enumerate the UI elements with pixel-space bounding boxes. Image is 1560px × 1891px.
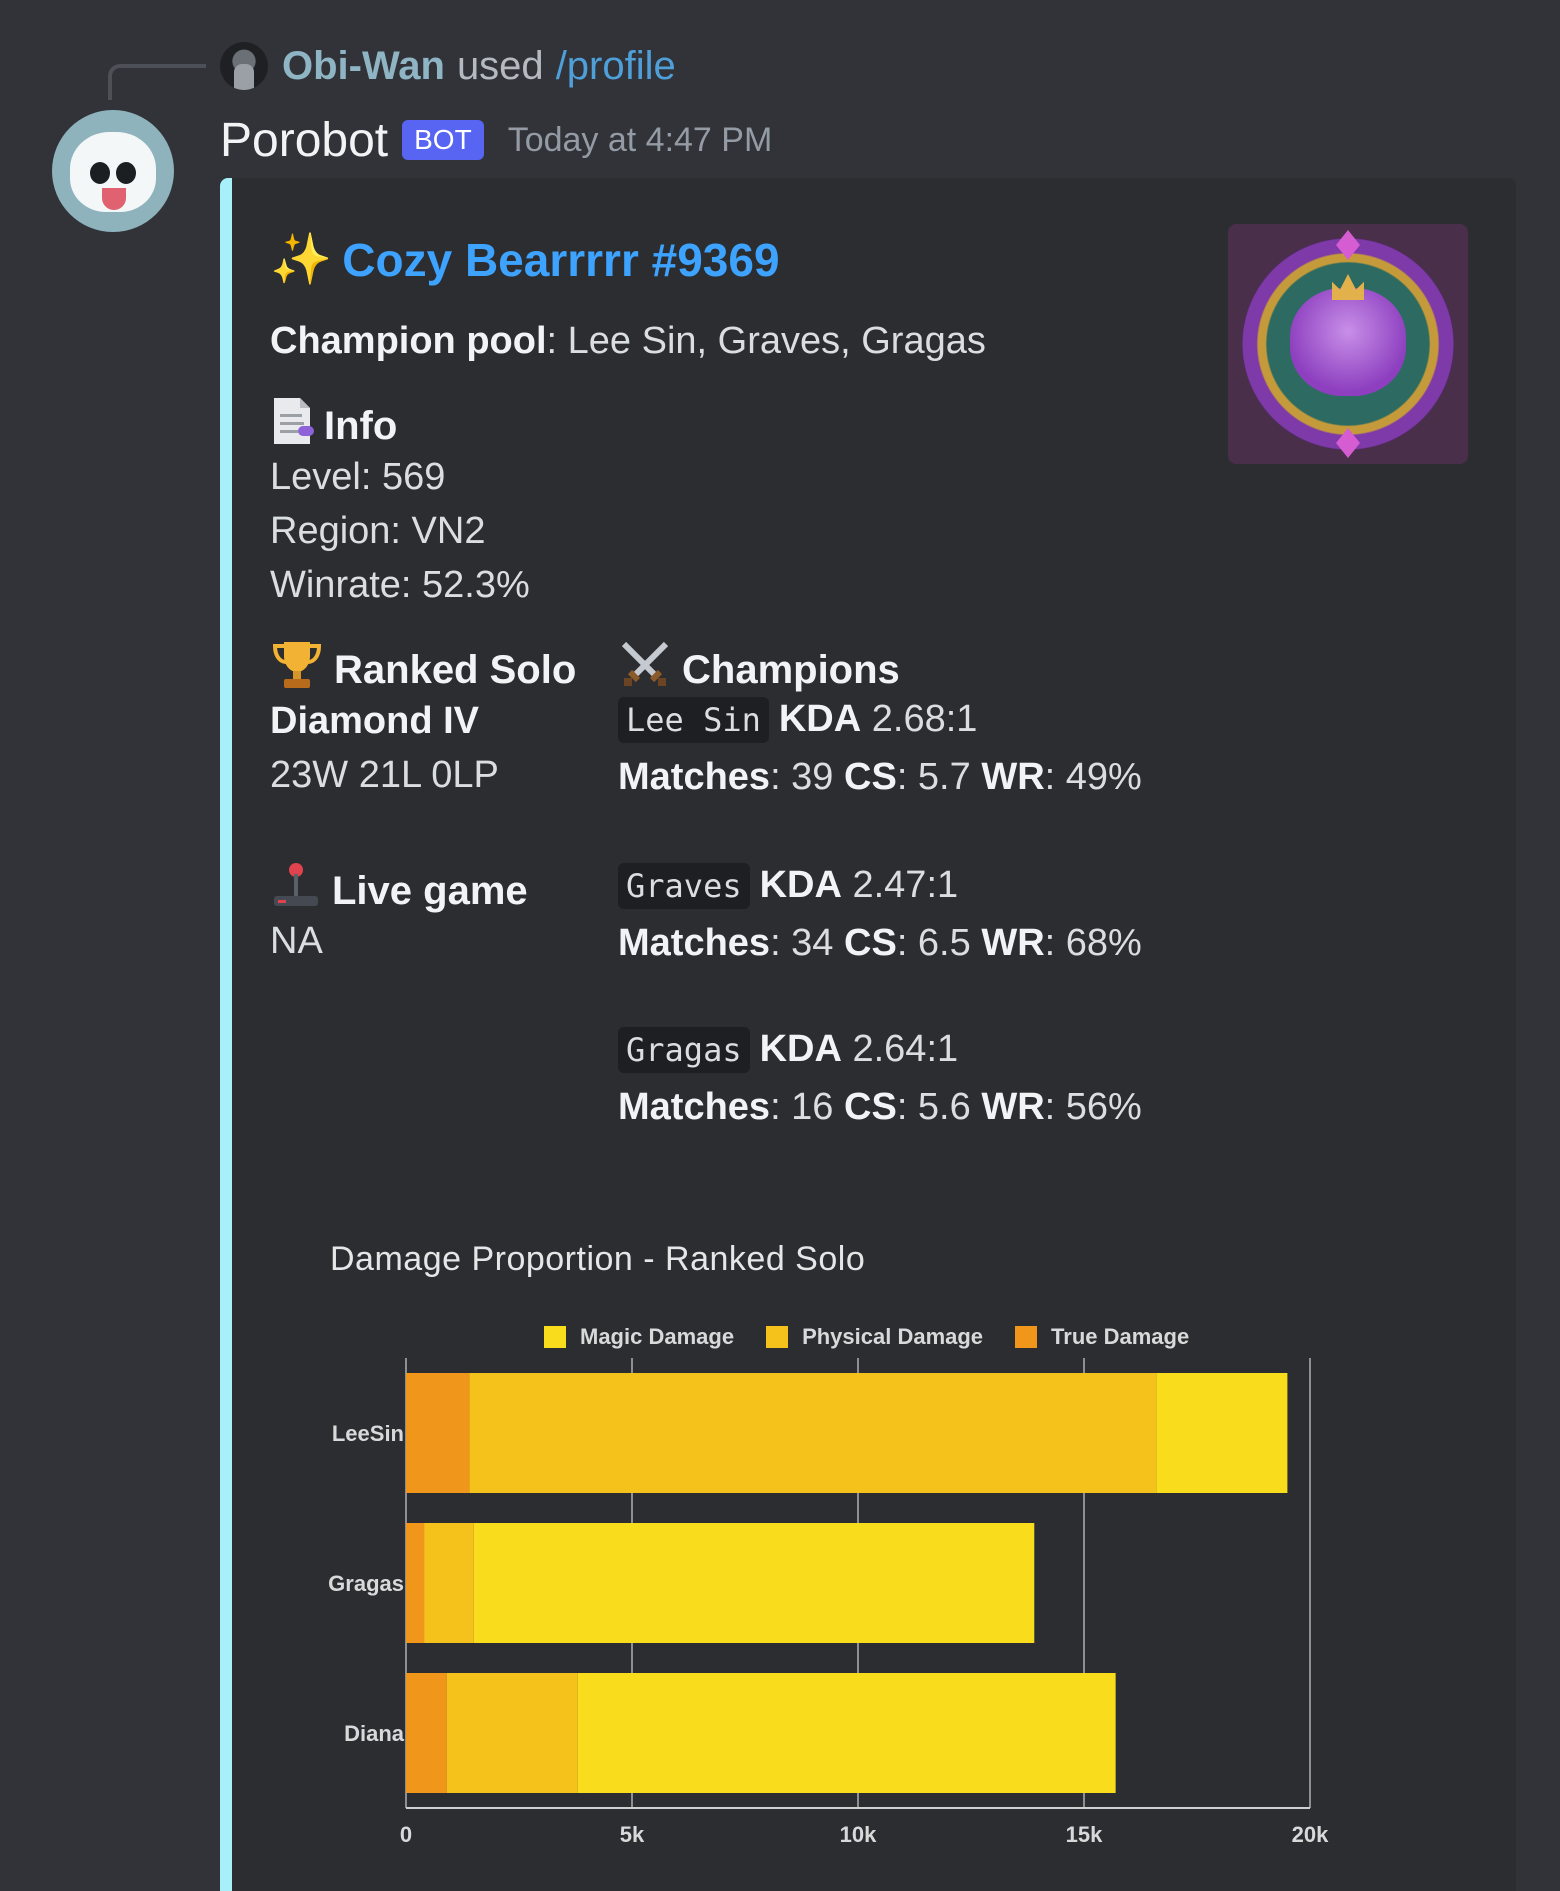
- category-label: Diana: [344, 1721, 405, 1746]
- x-tick-label: 5k: [620, 1822, 645, 1847]
- category-label: LeeSin: [332, 1421, 404, 1446]
- damage-bar-chart: 0 5k 10k 15k 20k LeeSin Gragas Diana: [328, 1358, 1329, 1847]
- x-tick-label: 20k: [1292, 1822, 1329, 1847]
- bar-segment-magic-damage[interactable]: [577, 1673, 1116, 1793]
- x-tick-label: 10k: [840, 1822, 877, 1847]
- bar-segment-magic-damage[interactable]: [1156, 1373, 1288, 1493]
- x-tick-label: 0: [400, 1822, 412, 1847]
- bar-segment-physical-damage[interactable]: [424, 1523, 474, 1643]
- bar-segment-magic-damage[interactable]: [473, 1523, 1035, 1643]
- bar-segment-physical-damage[interactable]: [446, 1673, 578, 1793]
- bar-segment-true-damage[interactable]: [406, 1523, 425, 1643]
- bar-segment-physical-damage[interactable]: [469, 1373, 1157, 1493]
- category-label: Gragas: [328, 1571, 404, 1596]
- bar-segment-true-damage[interactable]: [406, 1373, 470, 1493]
- x-tick-label: 15k: [1066, 1822, 1103, 1847]
- bar-segment-true-damage[interactable]: [406, 1673, 447, 1793]
